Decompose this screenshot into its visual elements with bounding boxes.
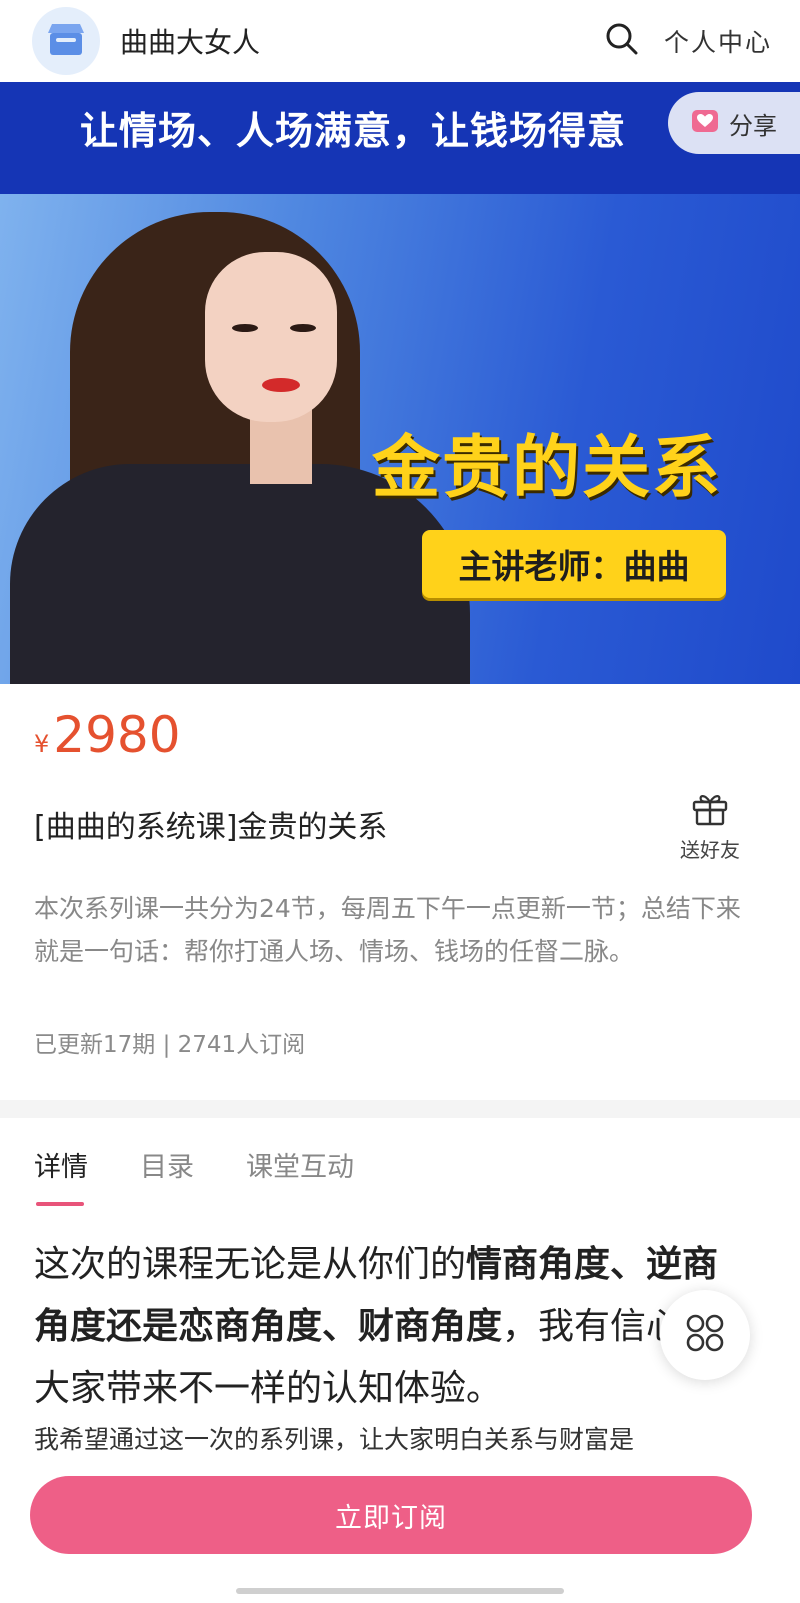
course-description: 本次系列课一共分为24节，每周五下午一点更新一节；总结下来就是一句话：帮你打通人… xyxy=(34,894,741,966)
detail-lead-text: 这次的课程无论是从你们的情商角度、逆商角度还是恋商角度、财商角度，我有信心给大家… xyxy=(34,1234,754,1420)
tab-details-label: 详情 xyxy=(34,1152,88,1183)
home-indicator xyxy=(236,1588,564,1594)
gift-to-friend-button[interactable]: 送好友 xyxy=(678,790,742,863)
banner-slogan: 让情场、人场满意，让钱场得意 xyxy=(80,109,627,153)
bottom-action-bar: 立即订阅 xyxy=(0,1460,800,1603)
floating-menu-button[interactable] xyxy=(660,1290,750,1380)
gift-label: 送好友 xyxy=(680,838,740,862)
tab-interaction-label: 课堂互动 xyxy=(246,1152,354,1183)
share-heart-icon xyxy=(691,109,719,137)
portrait-eye-left xyxy=(232,324,258,332)
portrait-face xyxy=(205,252,337,422)
section-divider xyxy=(0,1100,800,1118)
tab-catalog-label: 目录 xyxy=(140,1152,194,1183)
lead-text-1: 这次的课程无论是从你们的 xyxy=(34,1244,467,1285)
course-price: ¥2980 xyxy=(34,706,181,764)
tab-active-indicator xyxy=(36,1202,84,1206)
clover-menu-icon xyxy=(683,1311,727,1359)
shop-name[interactable]: 曲曲大女人 xyxy=(120,21,260,61)
tab-catalog[interactable]: 目录 xyxy=(140,1145,194,1206)
search-button[interactable] xyxy=(600,19,644,63)
portrait-lips xyxy=(262,378,300,392)
detail-tabs: 详情 目录 课堂互动 xyxy=(34,1145,406,1206)
course-banner: 让情场、人场满意，让钱场得意 金贵的关系 主讲老师：曲曲 专栏 xyxy=(0,82,800,684)
price-value: 2980 xyxy=(53,706,181,764)
banner-course-title: 金贵的关系 xyxy=(372,429,723,508)
gift-icon xyxy=(691,790,729,830)
price-currency: ¥ xyxy=(34,730,50,758)
search-icon xyxy=(604,21,640,61)
shop-logo[interactable] xyxy=(32,7,100,75)
subscribe-button[interactable]: 立即订阅 xyxy=(30,1476,752,1554)
tab-details[interactable]: 详情 xyxy=(34,1145,88,1206)
store-icon xyxy=(46,21,86,61)
course-meta: 已更新17期 | 2741人订阅 xyxy=(34,1032,306,1058)
detail-sub-text: 我希望通过这一次的系列课，让大家明白关系与财富是 xyxy=(34,1425,635,1454)
top-header: 曲曲大女人 个人中心 xyxy=(0,0,800,82)
share-label: 分享 xyxy=(729,111,777,140)
profile-center-link[interactable]: 个人中心 xyxy=(664,23,772,59)
tab-interaction[interactable]: 课堂互动 xyxy=(246,1145,354,1206)
course-title: [曲曲的系统课]金贵的关系 xyxy=(34,810,388,845)
teacher-badge: 主讲老师：曲曲 xyxy=(422,530,726,598)
portrait-eye-right xyxy=(290,324,316,332)
share-button[interactable]: 分享 xyxy=(668,92,800,154)
